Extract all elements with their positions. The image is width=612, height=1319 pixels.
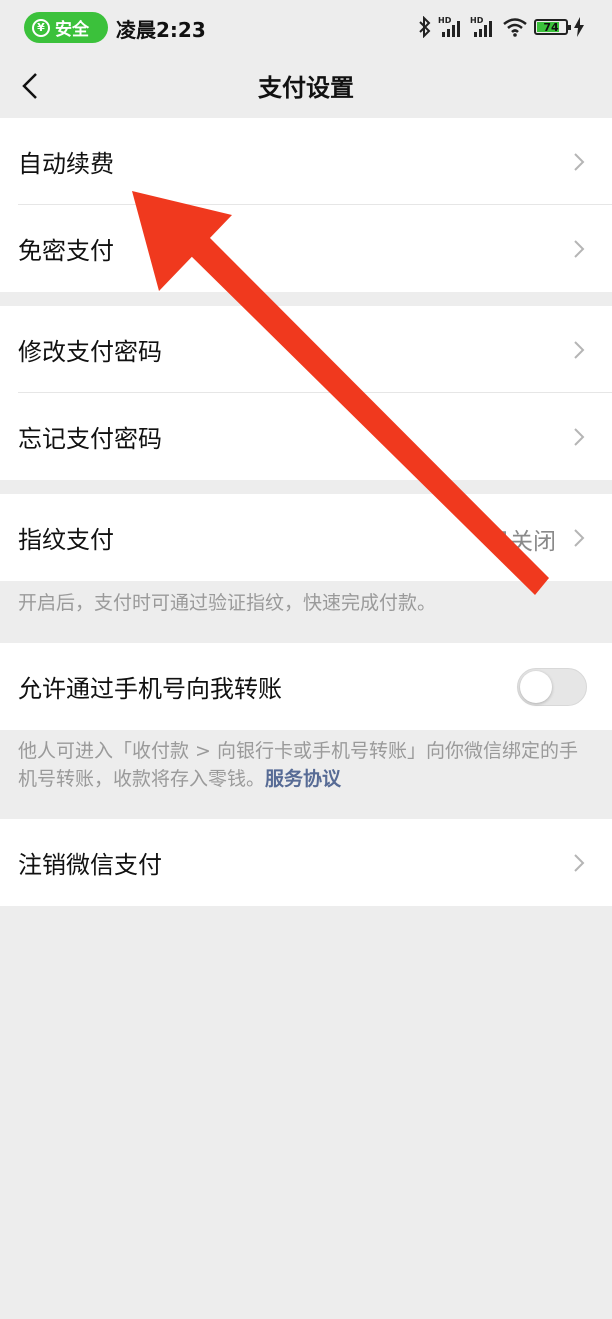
chevron-right-icon xyxy=(574,240,585,258)
cancel-wechat-pay-item[interactable]: 注销微信支付 xyxy=(0,819,612,906)
svg-text:HD: HD xyxy=(470,16,484,25)
nav-bar: 支付设置 xyxy=(0,56,612,118)
settings-group-cancel: 注销微信支付 xyxy=(0,819,612,906)
charging-icon xyxy=(574,17,584,37)
phone-transfer-toggle[interactable] xyxy=(517,668,587,706)
battery-level: 74 xyxy=(543,20,559,34)
phone-transfer-item: 允许通过手机号向我转账 xyxy=(0,643,612,730)
phone-transfer-label: 允许通过手机号向我转账 xyxy=(18,675,282,703)
page-title: 支付设置 xyxy=(258,74,354,102)
settings-group-password: 修改支付密码 忘记支付密码 xyxy=(0,306,612,480)
security-badge[interactable]: ¥ 安全 xyxy=(24,12,108,43)
status-bar: ¥ 安全 凌晨2:23 HD HD 74 xyxy=(0,0,612,56)
status-time: 凌晨2:23 xyxy=(116,18,206,42)
fingerprint-status: 已关闭 xyxy=(487,529,556,555)
battery-icon: 74 xyxy=(534,19,571,35)
cancel-wechat-pay-label: 注销微信支付 xyxy=(18,851,162,879)
system-icons: HD HD 74 xyxy=(418,13,584,41)
signal-hd-icon: HD xyxy=(438,16,460,37)
chevron-right-icon xyxy=(574,854,585,872)
fingerprint-pay-label: 指纹支付 xyxy=(18,526,114,554)
chevron-right-icon xyxy=(574,153,585,171)
auto-renew-label: 自动续费 xyxy=(18,150,114,178)
wifi-icon xyxy=(503,18,527,37)
yen-shield-icon: ¥ xyxy=(32,18,50,37)
fingerprint-note: 开启后，支付时可通过验证指纹，快速完成付款。 xyxy=(18,592,437,614)
security-badge-label: 安全 xyxy=(55,20,89,40)
chevron-right-icon xyxy=(574,529,585,547)
forgot-password-item[interactable]: 忘记支付密码 xyxy=(0,393,612,480)
toggle-knob xyxy=(520,671,552,703)
transfer-note: 他人可进入「收付款 > 向银行卡或手机号转账」向你微信绑定的手机号转账，收款将存… xyxy=(18,737,590,793)
password-free-pay-label: 免密支付 xyxy=(18,237,114,265)
bluetooth-icon xyxy=(419,16,431,38)
settings-group-renewal: 自动续费 免密支付 xyxy=(0,118,612,292)
change-password-label: 修改支付密码 xyxy=(18,338,162,366)
signal-hd-icon: HD xyxy=(470,16,492,37)
change-password-item[interactable]: 修改支付密码 xyxy=(0,306,612,393)
chevron-right-icon xyxy=(574,428,585,446)
fingerprint-pay-item[interactable]: 指纹支付 已关闭 xyxy=(0,494,612,581)
settings-group-fingerprint: 指纹支付 已关闭 xyxy=(0,494,612,581)
forgot-password-label: 忘记支付密码 xyxy=(18,425,162,453)
chevron-right-icon xyxy=(574,341,585,359)
svg-text:HD: HD xyxy=(438,16,452,25)
auto-renew-item[interactable]: 自动续费 xyxy=(0,118,612,205)
service-agreement-link[interactable]: 服务协议 xyxy=(265,768,341,790)
password-free-pay-item[interactable]: 免密支付 xyxy=(0,205,612,292)
settings-group-transfer: 允许通过手机号向我转账 xyxy=(0,643,612,730)
